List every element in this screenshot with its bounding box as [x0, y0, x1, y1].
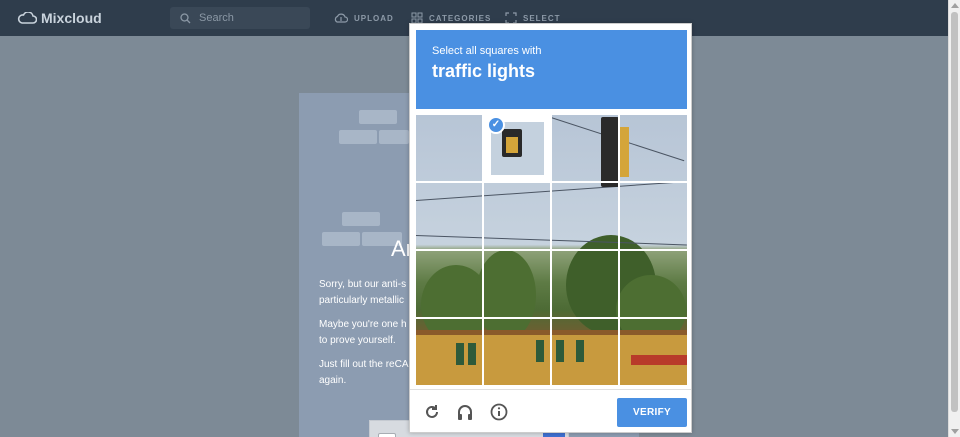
scroll-up-arrow-icon[interactable] [951, 3, 959, 8]
captcha-image-grid: ✓ [416, 115, 687, 385]
brick-decoration [322, 232, 360, 246]
captcha-tile[interactable] [552, 183, 619, 250]
recaptcha-checkbox[interactable] [378, 433, 396, 437]
captcha-tile[interactable] [620, 115, 687, 182]
cloud-icon [17, 12, 37, 24]
nav-categories-label: CATEGORIES [429, 13, 492, 23]
search-placeholder: Search [199, 12, 234, 24]
nav-upload[interactable]: UPLOAD [334, 12, 394, 24]
nav-upload-label: UPLOAD [354, 13, 394, 23]
card-paragraph: Sorry, but our anti-s particularly metal… [319, 279, 407, 306]
captcha-tile[interactable] [552, 115, 619, 182]
grid-divider [416, 181, 687, 183]
captcha-tile[interactable] [416, 115, 483, 182]
brand-name: Mixcloud [41, 10, 102, 26]
vertical-scrollbar[interactable] [948, 0, 960, 437]
captcha-target: traffic lights [432, 61, 536, 81]
captcha-tile[interactable] [552, 319, 619, 385]
verify-button[interactable]: VERIFY [617, 398, 687, 427]
captcha-tile[interactable] [484, 251, 551, 318]
captcha-challenge-dialog: Select all squares with traffic lights ✓ [409, 23, 692, 433]
search-input[interactable]: Search [170, 7, 310, 29]
info-icon [490, 403, 508, 421]
card-paragraph: Just fill out the reCA again. [319, 359, 408, 386]
brick-decoration [359, 110, 397, 124]
captcha-footer: VERIFY [410, 389, 691, 433]
captcha-tile[interactable] [620, 251, 687, 318]
brick-decoration [342, 212, 380, 226]
traffic-light-housing [506, 137, 518, 153]
captcha-tile[interactable] [620, 319, 687, 385]
card-paragraph: Maybe you're one h to prove yourself. [319, 319, 407, 346]
upload-icon [334, 13, 348, 23]
audio-challenge-button[interactable] [453, 400, 477, 424]
nav-select-label: SELECT [523, 13, 561, 23]
grid-divider [416, 317, 687, 319]
captcha-tile[interactable] [552, 251, 619, 318]
brick-decoration [379, 130, 409, 144]
reload-button[interactable] [420, 400, 444, 424]
checkmark-icon: ✓ [487, 116, 505, 134]
captcha-instruction: Select all squares with [432, 45, 542, 57]
captcha-tile[interactable] [416, 183, 483, 250]
search-icon [180, 12, 191, 23]
mixcloud-logo[interactable]: Mixcloud [17, 10, 102, 26]
scroll-down-arrow-icon[interactable] [951, 429, 959, 434]
captcha-tile[interactable] [484, 319, 551, 385]
captcha-tile[interactable] [484, 183, 551, 250]
brick-decoration [339, 130, 377, 144]
captcha-tile[interactable] [416, 319, 483, 385]
headphones-icon [458, 405, 472, 420]
grid-divider [416, 249, 687, 251]
scroll-thumb[interactable] [951, 12, 958, 412]
reload-icon [426, 405, 438, 418]
info-button[interactable] [487, 400, 511, 424]
captcha-tile[interactable] [620, 183, 687, 250]
captcha-tile[interactable] [416, 251, 483, 318]
captcha-header: Select all squares with traffic lights [416, 30, 687, 109]
